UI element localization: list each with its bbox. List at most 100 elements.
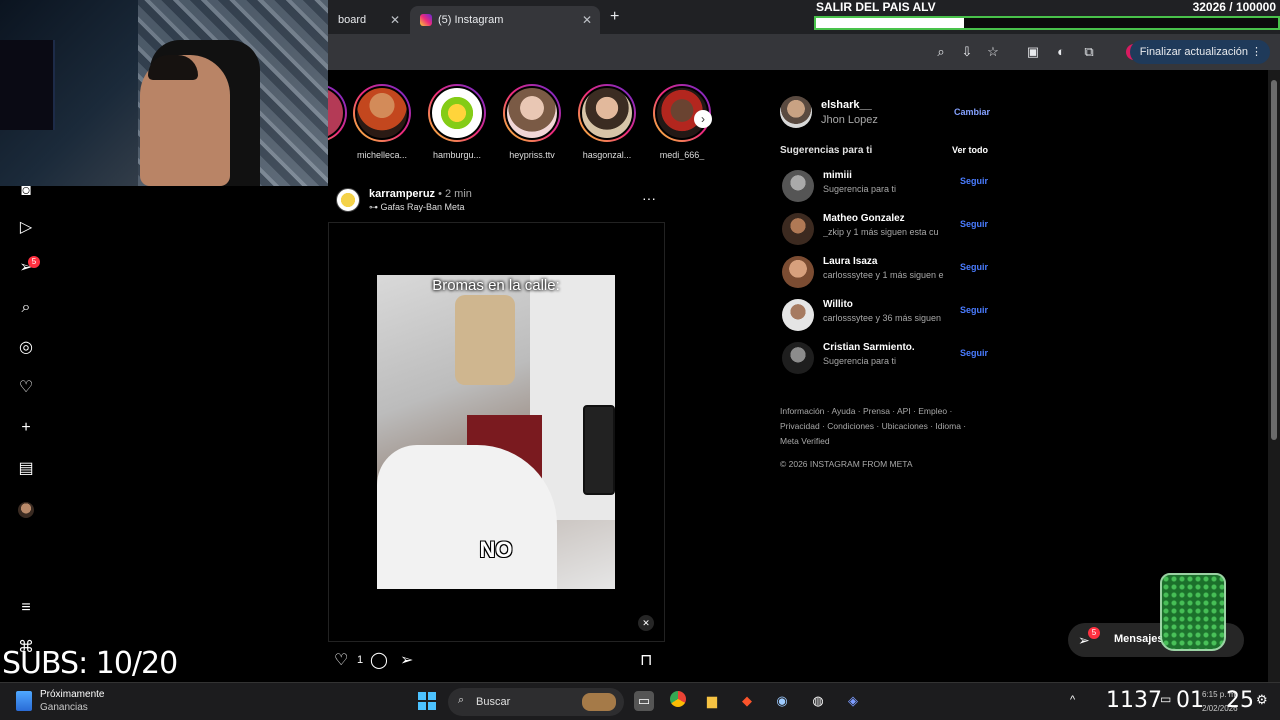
goal-progress-bar: [814, 16, 1280, 30]
notification-icon[interactable]: ⚙: [1256, 692, 1268, 708]
app-icon[interactable]: ◈: [843, 691, 863, 711]
steam-icon[interactable]: ◉: [772, 691, 792, 711]
taskbar-search[interactable]: ⌕ Buscar: [448, 688, 624, 716]
browser-toolbar: ⌕ ⇩ ☆ ▣ ◐ ⧉ J Finalizar actualización ⋮: [328, 34, 1280, 70]
switch-account-button[interactable]: Cambiar: [954, 107, 990, 117]
story-item[interactable]: michelleca...: [350, 84, 414, 160]
more-vert-icon[interactable]: ⋮: [1251, 40, 1262, 64]
footer-line[interactable]: Meta Verified: [780, 434, 980, 449]
puzzle-icon[interactable]: ⧉: [1080, 43, 1098, 61]
tab-board[interactable]: board ✕: [328, 6, 408, 34]
task-view-icon[interactable]: ▭: [634, 691, 654, 711]
footer-links: Información · Ayuda · Prensa · API · Emp…: [780, 404, 980, 449]
heart-icon[interactable]: ♡: [16, 378, 36, 398]
chevron-right-icon[interactable]: ›: [694, 110, 712, 128]
chrome-icon[interactable]: [668, 691, 688, 711]
suggestion-username[interactable]: Cristian Sarmiento.: [823, 342, 915, 353]
avatar[interactable]: [780, 96, 812, 128]
timer-hours: 1137: [1106, 688, 1162, 713]
post-actions: ♡ 1 ◯ ➢ ⊓: [334, 650, 664, 674]
update-button[interactable]: Finalizar actualización ⋮: [1129, 40, 1270, 64]
story-item[interactable]: heypriss.ttv: [500, 84, 564, 160]
zoom-icon[interactable]: ⌕: [932, 43, 950, 61]
more-options-icon[interactable]: ···: [642, 190, 656, 206]
obs-icon[interactable]: ◍: [808, 691, 828, 711]
story-item[interactable]: hasgonzal...: [575, 84, 639, 160]
footer-line[interactable]: Privacidad · Condiciones · Ubicaciones ·…: [780, 419, 980, 434]
mute-icon[interactable]: ✕: [638, 615, 654, 631]
follow-button[interactable]: Seguir: [960, 348, 988, 358]
follow-button[interactable]: Seguir: [960, 219, 988, 229]
brave-icon[interactable]: ◆: [737, 691, 757, 711]
account-name: Jhon Lopez: [821, 114, 878, 126]
new-tab-icon[interactable]: +: [610, 8, 619, 26]
suggestion-username[interactable]: mimiii: [823, 170, 852, 181]
scrollbar[interactable]: [1268, 70, 1280, 682]
suggestion-username[interactable]: Willito: [823, 299, 853, 310]
create-icon[interactable]: +: [16, 418, 36, 438]
timer-seconds: 25: [1226, 688, 1254, 713]
follow-button[interactable]: Seguir: [960, 176, 988, 186]
close-icon[interactable]: ✕: [390, 13, 400, 27]
avatar[interactable]: [782, 299, 814, 331]
search-icon: ⌕: [458, 694, 465, 706]
glasses-icon: ⊶: [369, 202, 381, 212]
suggestion-username[interactable]: Matheo Gonzalez: [823, 213, 905, 224]
see-all-button[interactable]: Ver todo: [952, 145, 988, 155]
share-icon[interactable]: ➢: [400, 650, 413, 670]
search-icon[interactable]: ⌕: [16, 298, 36, 318]
suggestion-context: carlosssytee y 36 más siguen: [823, 313, 942, 323]
post-header: karramperuz • 2 min ⊶ Gafas Ray-Ban Meta…: [336, 186, 666, 216]
post-media[interactable]: Bromas en la calle: NO ✕: [328, 222, 665, 642]
reels-icon[interactable]: ▷: [16, 218, 36, 238]
widget-icon: [16, 691, 32, 711]
comment-icon[interactable]: ◯: [370, 650, 388, 670]
suggestion-item: mimiii Sugerencia para ti Seguir: [780, 168, 990, 204]
scrollbar-thumb[interactable]: [1271, 80, 1277, 440]
notification-badge: 5: [28, 256, 40, 268]
like-icon[interactable]: ♡: [334, 650, 348, 670]
post-video[interactable]: Bromas en la calle: NO: [377, 275, 615, 589]
follow-button[interactable]: Seguir: [960, 305, 988, 315]
suggestion-item: Willito carlosssytee y 36 más siguen Seg…: [780, 297, 990, 333]
suggestions-title: Sugerencias para ti: [780, 145, 873, 156]
suggestion-context: Sugerencia para ti: [823, 184, 897, 194]
explore-icon[interactable]: ◎: [16, 338, 36, 358]
instagram-logo-icon[interactable]: ◙: [16, 181, 36, 201]
story-item[interactable]: [328, 84, 350, 142]
account-username[interactable]: elshark__: [821, 99, 872, 111]
windows-start-icon[interactable]: [418, 692, 436, 710]
avatar[interactable]: [782, 256, 814, 288]
weather-widget[interactable]: Próximamente Ganancias: [16, 689, 176, 717]
menu-icon[interactable]: ≡: [16, 598, 36, 618]
post-avatar[interactable]: [336, 188, 360, 212]
install-icon[interactable]: ⇩: [958, 43, 976, 61]
bookmark-star-icon[interactable]: ☆: [984, 43, 1002, 61]
chevron-up-icon[interactable]: ^: [1070, 694, 1075, 706]
extension-icon[interactable]: ◐: [1052, 43, 1070, 61]
avatar[interactable]: [782, 170, 814, 202]
avatar[interactable]: [782, 342, 814, 374]
folder-icon[interactable]: ▆: [702, 691, 722, 711]
tab-label: (5) Instagram: [438, 14, 504, 26]
timer-minutes: 01: [1176, 688, 1204, 713]
battery-icon[interactable]: ▭: [1160, 692, 1171, 706]
close-icon[interactable]: ✕: [582, 13, 592, 27]
widget-title: Próximamente: [40, 689, 105, 700]
story-item[interactable]: hamburgu...: [425, 84, 489, 160]
follow-button[interactable]: Seguir: [960, 262, 988, 272]
reader-icon[interactable]: ▣: [1024, 43, 1042, 61]
widget-subtitle: Ganancias: [40, 702, 88, 713]
goal-progress-fill: [816, 18, 964, 28]
post-username[interactable]: karramperuz: [369, 188, 435, 200]
dashboard-icon[interactable]: ▤: [16, 459, 36, 479]
tab-instagram[interactable]: (5) Instagram ✕: [410, 6, 600, 34]
suggestions-header: Sugerencias para ti Ver todo: [780, 145, 990, 159]
post-subtitle[interactable]: Gafas Ray-Ban Meta: [381, 202, 465, 212]
save-icon[interactable]: ⊓: [640, 650, 652, 670]
goal-overlay: SALIR DEL PAIS ALV 32026 / 100000: [814, 0, 1280, 32]
suggestion-username[interactable]: Laura Isaza: [823, 256, 877, 267]
avatar[interactable]: [782, 213, 814, 245]
profile-avatar[interactable]: [18, 502, 34, 518]
footer-line[interactable]: Información · Ayuda · Prensa · API · Emp…: [780, 404, 980, 419]
